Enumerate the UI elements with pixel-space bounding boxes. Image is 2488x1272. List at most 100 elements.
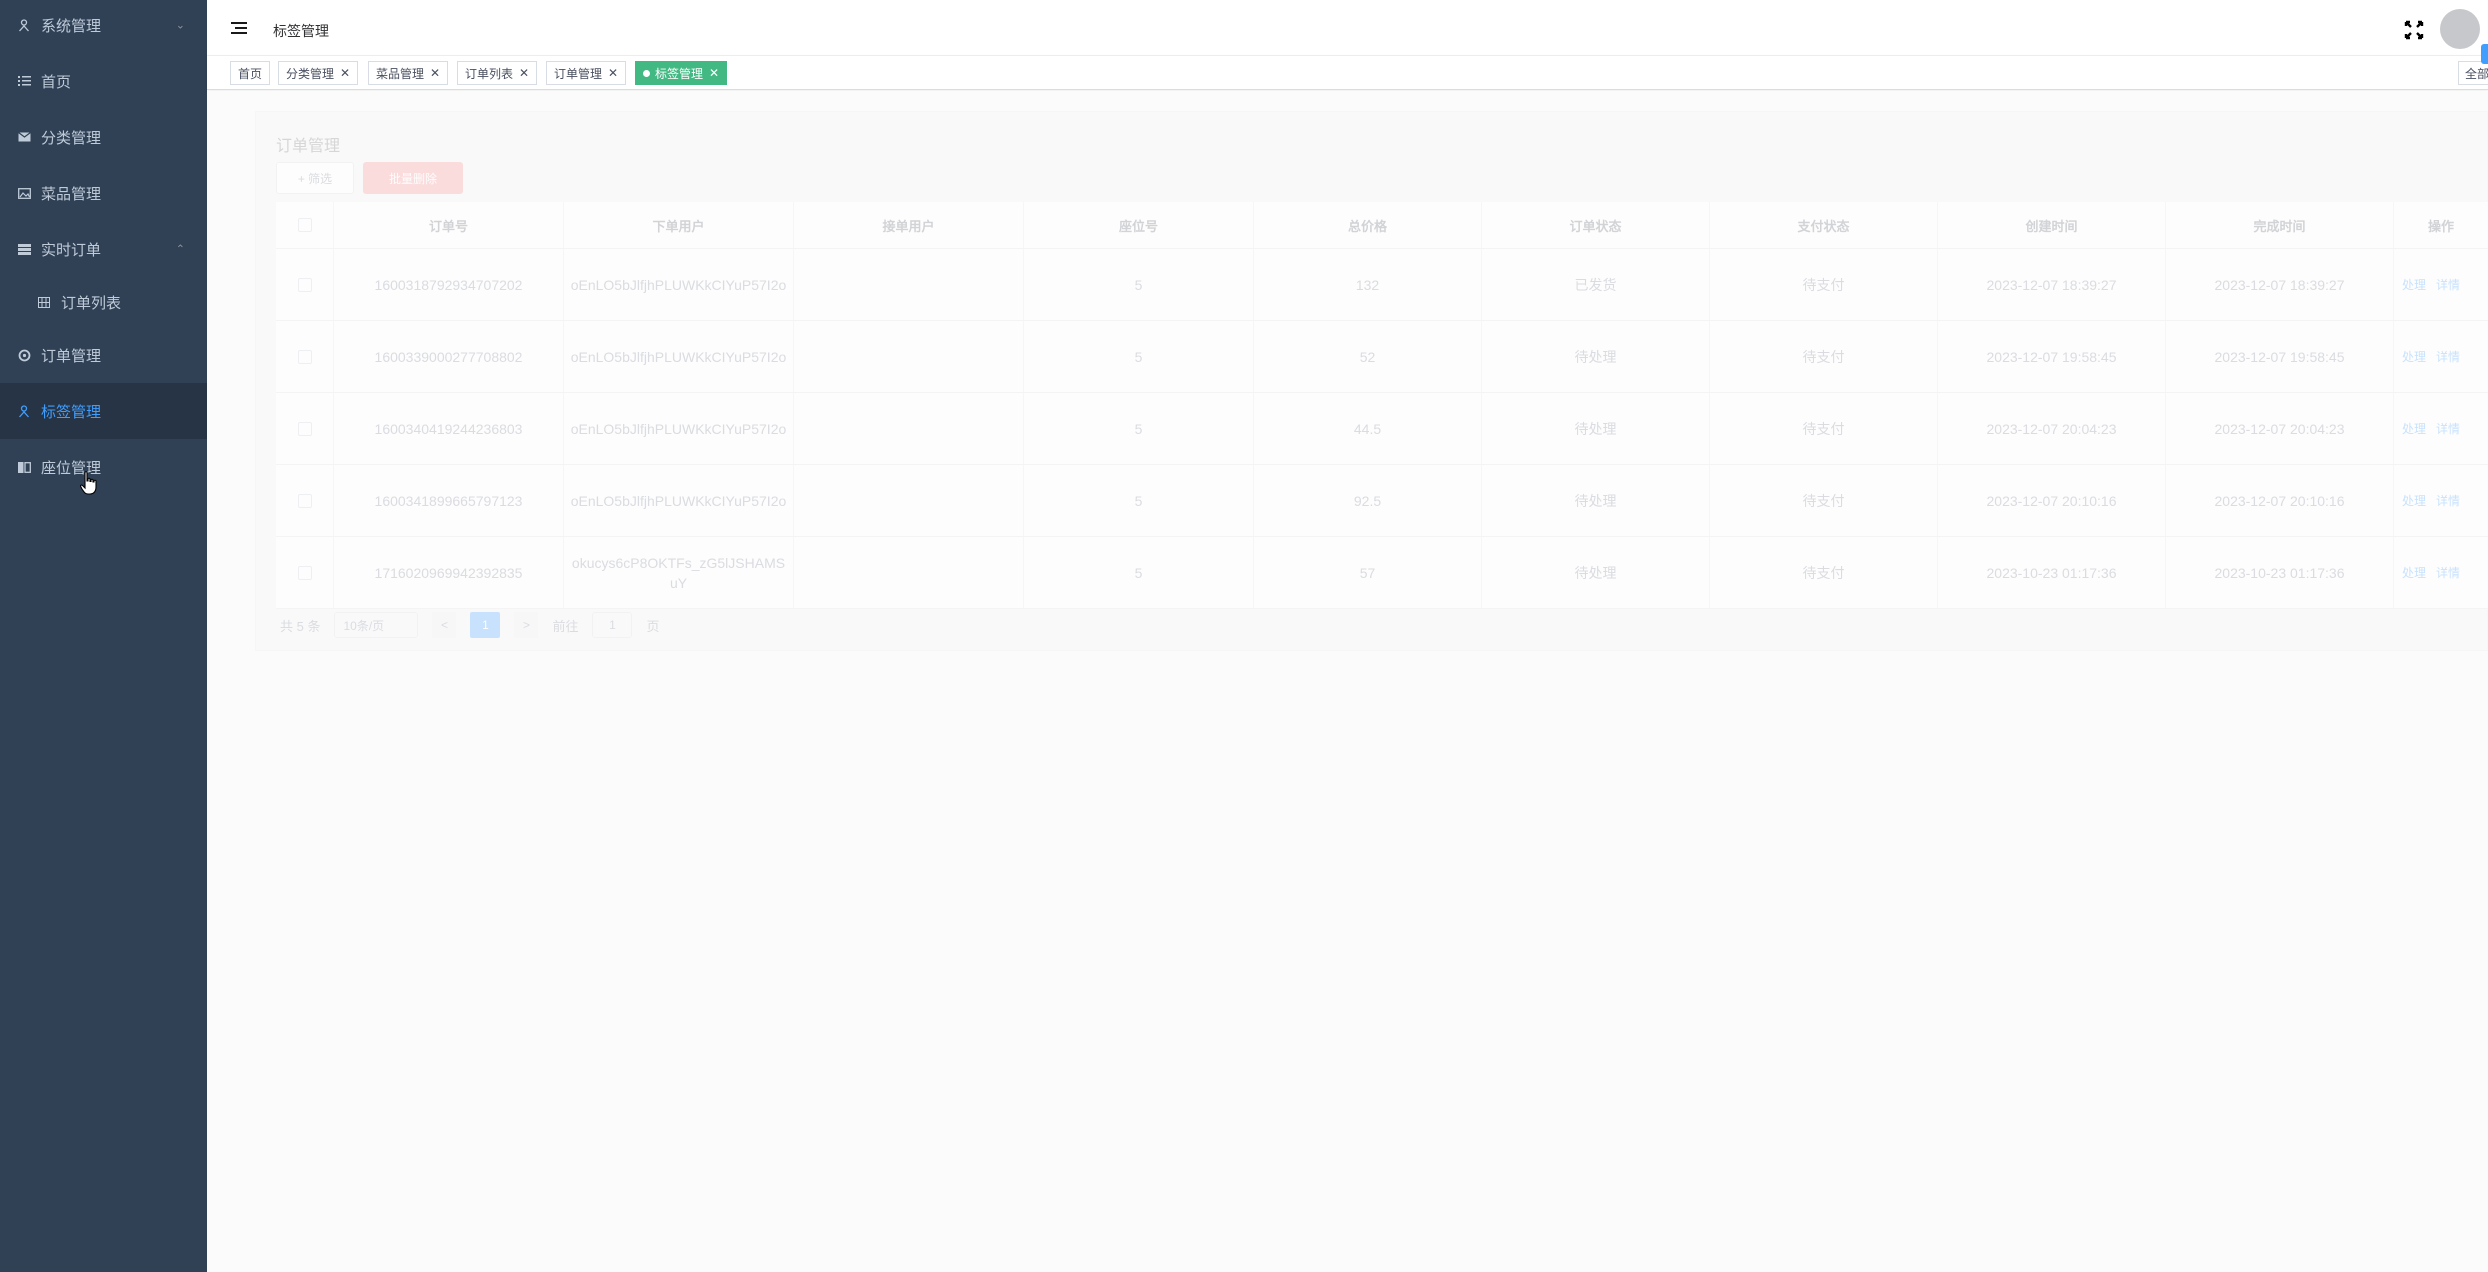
tag-order-list[interactable]: 订单列表 ✕: [457, 61, 538, 85]
detail-link[interactable]: 详情: [2436, 563, 2460, 583]
tag-category[interactable]: 分类管理 ✕: [278, 61, 359, 85]
sidebar-item-label: 订单列表: [61, 294, 122, 312]
cell-receiver: [794, 321, 1024, 392]
header-cell: 座位号: [1024, 202, 1254, 248]
sidebar-item-category[interactable]: 分类管理: [0, 109, 207, 165]
tag-label: 分类管理: [286, 66, 335, 81]
chevron-down-icon: ⌄: [175, 19, 185, 32]
pager-total: 共 5 条: [280, 618, 321, 634]
cell-receiver: [794, 393, 1024, 464]
sidebar-item-label: 标签管理: [41, 403, 102, 421]
filter-button[interactable]: + 筛选: [276, 162, 354, 194]
hamburger-menu-icon[interactable]: [231, 22, 247, 36]
detail-link[interactable]: 详情: [2436, 419, 2460, 439]
cell-operations: 处理 详情: [2394, 249, 2488, 320]
cell-operations: 处理 详情: [2394, 537, 2488, 608]
tag-dishes[interactable]: 菜品管理 ✕: [368, 61, 449, 85]
row-checkbox[interactable]: [297, 349, 312, 364]
cell-receiver: [794, 249, 1024, 320]
header-cell: 接单用户: [794, 202, 1024, 248]
sidebar-item-home[interactable]: 首页: [0, 53, 207, 109]
sidebar-item-seat-manage[interactable]: 座位管理: [0, 439, 207, 495]
process-link[interactable]: 处理: [2402, 419, 2426, 439]
cell-seat: 5: [1024, 393, 1254, 464]
process-link[interactable]: 处理: [2402, 563, 2426, 583]
close-icon[interactable]: ✕: [608, 66, 618, 80]
goto-page-input[interactable]: 1: [592, 612, 633, 638]
sidebar: 系统管理 ⌄ 首页 分类管理 菜品管理 实时订单 ⌃ 订单列表 订单管理 标签管…: [0, 0, 207, 1272]
cell-seat: 5: [1024, 321, 1254, 392]
row-checkbox[interactable]: [297, 421, 312, 436]
cell-seat: 5: [1024, 537, 1254, 608]
main-area: 标签管理 首页 分类管理 ✕ 菜品管理 ✕ 订单列表 ✕ 订单管理 ✕ 标签管理…: [207, 0, 2488, 1272]
cell-order-no: 1600339000277708802: [334, 321, 564, 392]
tag-label: 订单列表: [465, 66, 514, 81]
cell-price: 92.5: [1254, 465, 1482, 536]
hand-cursor-icon: [80, 471, 97, 495]
cell-price: 52: [1254, 321, 1482, 392]
tags-all-button[interactable]: 全部: [2458, 61, 2488, 85]
select-all-checkbox[interactable]: [297, 218, 312, 232]
cell-created: 2023-12-07 20:10:16: [1938, 465, 2166, 536]
sidebar-item-order-manage[interactable]: 订单管理: [0, 327, 207, 383]
close-icon[interactable]: ✕: [430, 66, 440, 80]
header-checkbox-cell: [276, 202, 334, 248]
breadcrumb[interactable]: 标签管理: [273, 21, 329, 41]
cell-price: 44.5: [1254, 393, 1482, 464]
cell-status: 待处理: [1482, 321, 1710, 392]
header-cell: 订单状态: [1482, 202, 1710, 248]
row-checkbox-cell: [276, 321, 334, 392]
sidebar-item-tag-manage[interactable]: 标签管理: [0, 383, 207, 439]
sidebar-item-system[interactable]: 系统管理 ⌄: [0, 0, 207, 53]
close-icon[interactable]: ✕: [340, 66, 350, 80]
navbar: 标签管理: [207, 0, 2488, 56]
sidebar-item-order-list[interactable]: 订单列表: [0, 274, 207, 330]
row-checkbox[interactable]: [297, 277, 312, 292]
fullscreen-icon[interactable]: [2404, 20, 2424, 40]
sidebar-item-label: 分类管理: [41, 129, 102, 147]
process-link[interactable]: 处理: [2402, 347, 2426, 367]
tag-order-manage[interactable]: 订单管理 ✕: [546, 61, 627, 85]
tag-label: 首页: [238, 66, 263, 81]
prev-page-button[interactable]: <: [432, 612, 457, 638]
cell-created: 2023-10-23 01:17:36: [1938, 537, 2166, 608]
detail-link[interactable]: 详情: [2436, 491, 2460, 511]
avatar[interactable]: [2440, 9, 2480, 49]
sidebar-item-dishes[interactable]: 菜品管理: [0, 165, 207, 221]
current-page-button[interactable]: 1: [470, 612, 501, 638]
cell-seat: 5: [1024, 465, 1254, 536]
detail-link[interactable]: 详情: [2436, 275, 2460, 295]
cell-order-no: 1600340419244236803: [334, 393, 564, 464]
cell-user: oEnLO5bJlfjhPLUWKkCIYuP57I2o: [564, 321, 794, 392]
cell-created: 2023-12-07 19:58:45: [1938, 321, 2166, 392]
header-cell: 支付状态: [1710, 202, 1938, 248]
close-icon[interactable]: ✕: [709, 66, 719, 80]
process-link[interactable]: 处理: [2402, 275, 2426, 295]
row-checkbox-cell: [276, 249, 334, 320]
close-icon[interactable]: ✕: [519, 66, 529, 80]
person-icon: [16, 17, 32, 33]
table-icon: [36, 294, 52, 310]
sidebar-item-realtime-orders[interactable]: 实时订单 ⌃: [0, 221, 207, 277]
next-page-button[interactable]: >: [514, 612, 539, 638]
cell-operations: 处理 详情: [2394, 393, 2488, 464]
detail-link[interactable]: 详情: [2436, 347, 2460, 367]
batch-delete-button[interactable]: 批量删除: [363, 162, 463, 194]
process-link[interactable]: 处理: [2402, 491, 2426, 511]
cell-price: 132: [1254, 249, 1482, 320]
page-unit-label: 页: [646, 618, 660, 634]
row-checkbox[interactable]: [297, 493, 312, 508]
cell-receiver: [794, 465, 1024, 536]
table-row: 1600339000277708802 oEnLO5bJlfjhPLUWKkCIY…: [276, 321, 2488, 393]
tag-home[interactable]: 首页: [230, 61, 271, 85]
cell-status: 待处理: [1482, 465, 1710, 536]
row-checkbox[interactable]: [297, 565, 312, 580]
cell-user: oEnLO5bJlfjhPLUWKkCIYuP57I2o: [564, 465, 794, 536]
tag-label: 菜品管理: [376, 66, 425, 81]
cell-order-no: 1716020969942392835: [334, 537, 564, 608]
table-header: 订单号 下单用户 接单用户 座位号 总价格 订单状态 支付状态 创建时间 完成时…: [276, 202, 2488, 249]
page-size-select[interactable]: 10条/页: [334, 612, 419, 638]
tag-label: 订单管理: [554, 66, 603, 81]
header-cell: 操作: [2394, 202, 2488, 248]
tag-tag-manage[interactable]: 标签管理 ✕: [635, 61, 728, 85]
